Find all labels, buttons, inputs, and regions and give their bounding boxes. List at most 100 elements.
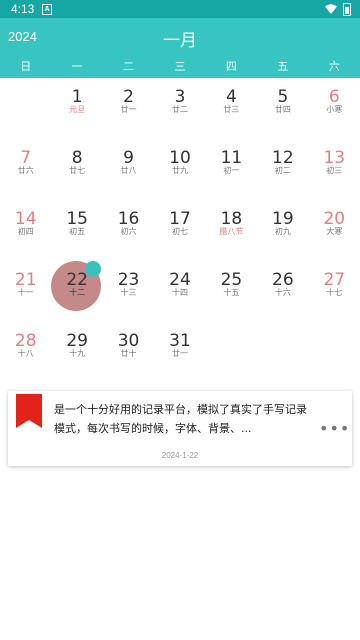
calendar-day[interactable]: 5 廿四 bbox=[257, 78, 308, 139]
lunar-label: 元旦 bbox=[69, 105, 86, 114]
day-number: 4 bbox=[226, 87, 237, 107]
calendar-day[interactable]: 14 初四 bbox=[0, 200, 51, 261]
day-number: 19 bbox=[272, 209, 294, 229]
day-number: 27 bbox=[323, 270, 346, 290]
day-number: 14 bbox=[14, 209, 37, 229]
day-number: 12 bbox=[272, 148, 294, 168]
calendar-day[interactable]: 20 大寒 bbox=[309, 200, 360, 261]
calendar-day[interactable]: 23 十三 bbox=[103, 261, 154, 322]
calendar-day[interactable]: 9 廿八 bbox=[103, 139, 154, 200]
lunar-label: 廿三 bbox=[223, 105, 240, 114]
lunar-label: 十七 bbox=[326, 288, 343, 297]
lunar-label: 廿六 bbox=[17, 166, 34, 175]
lunar-label: 十三 bbox=[120, 288, 137, 297]
lunar-label: 初七 bbox=[171, 227, 188, 236]
calendar-day[interactable]: 17 初七 bbox=[154, 200, 205, 261]
calendar-day[interactable]: 24 十四 bbox=[154, 261, 205, 322]
lunar-label: 廿一 bbox=[171, 349, 188, 358]
lunar-label: 十一 bbox=[17, 288, 34, 297]
lunar-label: 十四 bbox=[171, 288, 188, 297]
lunar-label: 廿二 bbox=[171, 105, 188, 114]
day-number: 11 bbox=[220, 148, 243, 168]
day-number: 20 bbox=[323, 209, 346, 229]
calendar-day[interactable]: 29 十九 bbox=[51, 322, 102, 383]
day-number: 17 bbox=[169, 209, 191, 229]
lunar-label: 十六 bbox=[274, 288, 291, 297]
note-card[interactable]: 是一个十分好用的记录平台，模拟了真实了手写记录模式，每次书写的时候，字体、背景、… bbox=[8, 391, 352, 466]
day-number: 31 bbox=[169, 331, 191, 351]
lunar-label: 十八 bbox=[17, 349, 34, 358]
day-number: 1 bbox=[71, 87, 83, 107]
lunar-label: 小寒 bbox=[326, 105, 343, 114]
lunar-label: 十五 bbox=[223, 288, 240, 297]
calendar-day[interactable]: 15 初五 bbox=[51, 200, 102, 261]
weekday-label: 四 bbox=[225, 60, 237, 73]
notification-icon: A bbox=[42, 4, 52, 15]
weekday-label: 日 bbox=[20, 60, 32, 73]
calendar-day[interactable]: 1 元旦 bbox=[51, 78, 102, 139]
bookmark-icon bbox=[16, 394, 42, 428]
calendar-day[interactable]: 2 廿一 bbox=[103, 78, 154, 139]
selection-dot bbox=[85, 261, 101, 277]
lunar-label: 初二 bbox=[274, 166, 291, 175]
calendar-day[interactable]: 28 十八 bbox=[0, 322, 51, 383]
battery-icon bbox=[343, 3, 351, 16]
day-number: 13 bbox=[323, 148, 346, 168]
calendar-day[interactable]: 8 廿七 bbox=[51, 139, 102, 200]
weekday-label: 五 bbox=[277, 60, 289, 73]
note-text: 是一个十分好用的记录平台，模拟了真实了手写记录模式，每次书写的时候，字体、背景、… bbox=[54, 403, 307, 435]
lunar-label: 廿一 bbox=[120, 105, 137, 114]
day-number: 7 bbox=[20, 148, 32, 168]
month-title[interactable]: 一月 bbox=[0, 26, 360, 51]
lunar-label: 初九 bbox=[274, 227, 291, 236]
lunar-label: 廿八 bbox=[120, 166, 137, 175]
day-number: 21 bbox=[14, 270, 37, 290]
lunar-label: 初四 bbox=[17, 227, 34, 236]
calendar-day[interactable]: 27 十七 bbox=[309, 261, 360, 322]
calendar-day[interactable]: 6 小寒 bbox=[309, 78, 360, 139]
calendar-day[interactable]: 3 廿二 bbox=[154, 78, 205, 139]
weekday-label: 三 bbox=[174, 60, 186, 73]
weekday-bar: 日 一 二 三 四 五 六 bbox=[0, 56, 360, 78]
note-date: 2024-1-22 bbox=[161, 451, 199, 460]
lunar-label: 初一 bbox=[223, 166, 240, 175]
calendar-day[interactable]: 4 廿三 bbox=[206, 78, 257, 139]
day-number: 18 bbox=[220, 209, 243, 229]
day-number: 28 bbox=[14, 331, 37, 351]
calendar-day[interactable]: 30 廿十 bbox=[103, 322, 154, 383]
day-number: 6 bbox=[328, 87, 340, 107]
calendar-day[interactable]: 21 十一 bbox=[0, 261, 51, 322]
calendar-day[interactable]: 11 初一 bbox=[206, 139, 257, 200]
calendar-day[interactable]: 31 廿一 bbox=[154, 322, 205, 383]
lunar-label: 十九 bbox=[69, 349, 86, 358]
day-number: 26 bbox=[272, 270, 294, 290]
day-number: 3 bbox=[174, 87, 186, 107]
lunar-label: 廿七 bbox=[69, 166, 86, 175]
day-number: 5 bbox=[277, 87, 289, 107]
day-number: 25 bbox=[220, 270, 243, 290]
lunar-label: 廿十 bbox=[120, 349, 137, 358]
calendar-day[interactable]: 12 初二 bbox=[257, 139, 308, 200]
calendar-day[interactable]: 18 腊八节 bbox=[206, 200, 257, 261]
calendar-day[interactable]: 25 十五 bbox=[206, 261, 257, 322]
lunar-label: 大寒 bbox=[326, 227, 343, 236]
calendar-day[interactable]: 19 初九 bbox=[257, 200, 308, 261]
lunar-label: 腊八节 bbox=[219, 227, 244, 236]
lunar-label: 十二 bbox=[69, 288, 86, 297]
calendar-day[interactable]: 26 十六 bbox=[257, 261, 308, 322]
lunar-label: 初六 bbox=[120, 227, 137, 236]
wifi-icon bbox=[325, 4, 337, 14]
day-number: 24 bbox=[169, 270, 191, 290]
day-number: 8 bbox=[71, 148, 83, 168]
calendar-day[interactable]: 7 廿六 bbox=[0, 139, 51, 200]
calendar-day[interactable]: 13 初三 bbox=[309, 139, 360, 200]
lunar-label: 初五 bbox=[69, 227, 86, 236]
more-horizontal-icon[interactable]: ••• bbox=[319, 421, 350, 437]
day-number: 29 bbox=[66, 331, 88, 351]
weekday-label: 一 bbox=[71, 60, 83, 73]
day-number: 2 bbox=[123, 87, 134, 107]
status-time: 4:13 bbox=[11, 2, 35, 16]
day-number: 30 bbox=[117, 331, 140, 351]
calendar-day[interactable]: 10 廿九 bbox=[154, 139, 205, 200]
calendar-day[interactable]: 16 初六 bbox=[103, 200, 154, 261]
